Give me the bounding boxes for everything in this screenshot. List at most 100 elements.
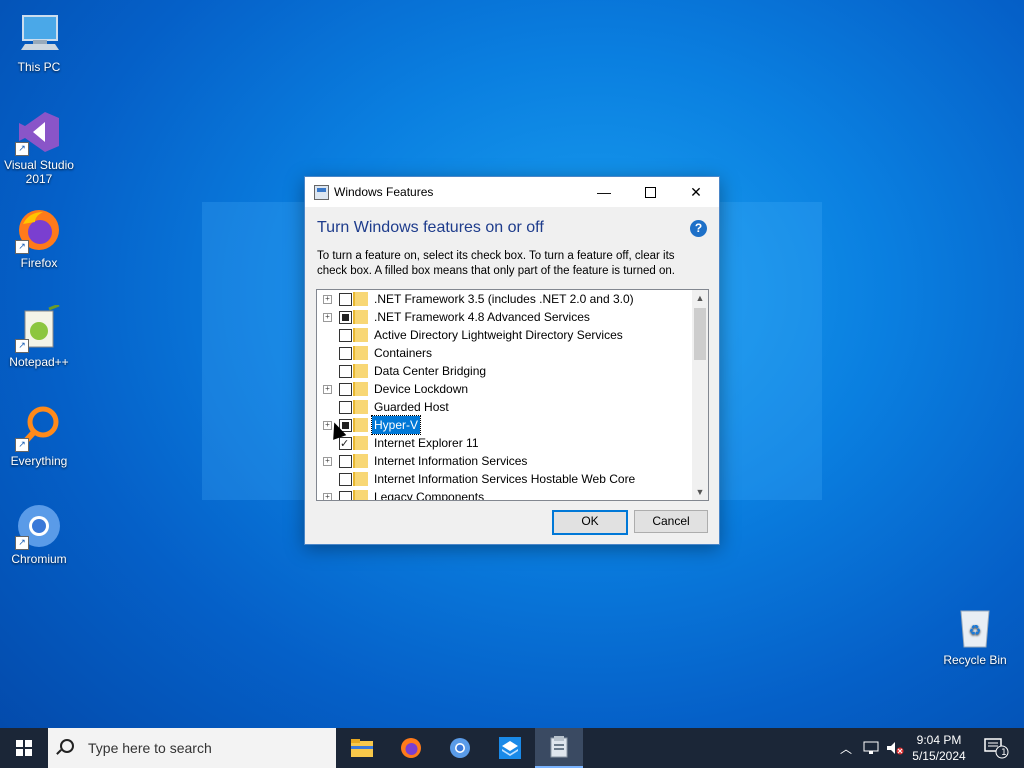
- vertical-scrollbar[interactable]: ▲ ▼: [692, 290, 708, 500]
- expand-icon[interactable]: +: [323, 493, 332, 500]
- taskbar-windows-features[interactable]: [535, 728, 583, 768]
- feature-checkbox[interactable]: [339, 473, 352, 486]
- desktop-icon-chromium[interactable]: ↗ Chromium: [0, 502, 78, 566]
- feature-label: .NET Framework 4.8 Advanced Services: [374, 310, 590, 324]
- scrollbar-thumb[interactable]: [694, 308, 706, 360]
- folder-icon: [353, 490, 368, 500]
- show-hidden-icons-button[interactable]: ︿: [836, 728, 856, 768]
- feature-checkbox[interactable]: [339, 311, 352, 324]
- expand-icon[interactable]: +: [323, 295, 332, 304]
- this-pc-icon: [15, 10, 63, 58]
- cancel-button[interactable]: Cancel: [634, 510, 708, 533]
- shortcut-arrow-icon: ↗: [15, 536, 29, 550]
- feature-row[interactable]: + .NET Framework 3.5 (includes .NET 2.0 a…: [317, 290, 692, 308]
- taskbar-file-explorer[interactable]: [338, 728, 386, 768]
- close-button[interactable]: ✕: [673, 177, 719, 207]
- features-tree[interactable]: + .NET Framework 3.5 (includes .NET 2.0 a…: [316, 289, 709, 501]
- feature-checkbox[interactable]: [339, 347, 352, 360]
- volume-tray-button[interactable]: [884, 728, 906, 768]
- network-tray-button[interactable]: [860, 728, 882, 768]
- feature-label: Internet Explorer 11: [374, 436, 479, 450]
- shortcut-arrow-icon: ↗: [15, 339, 29, 353]
- network-icon: [863, 741, 879, 754]
- expand-icon[interactable]: +: [323, 313, 332, 322]
- folder-icon: [353, 328, 368, 342]
- feature-row[interactable]: Internet Explorer 11: [317, 434, 692, 453]
- taskbar: Type here to search ︿ 9:04 PM 5/15/2024 …: [0, 728, 1024, 768]
- scroll-up-icon[interactable]: ▲: [692, 290, 708, 306]
- feature-label: Device Lockdown: [374, 382, 469, 396]
- folder-icon: [351, 739, 373, 757]
- start-button[interactable]: [0, 728, 48, 768]
- desktop-icon-firefox[interactable]: ↗ Firefox: [0, 206, 78, 270]
- ok-button[interactable]: OK: [552, 510, 628, 535]
- windows-features-dialog: Windows Features — ✕ Turn Windows featur…: [304, 176, 720, 545]
- desktop-icon-label: Firefox: [20, 256, 58, 270]
- feature-checkbox[interactable]: [339, 401, 352, 414]
- feature-checkbox[interactable]: [339, 435, 352, 453]
- desktop-icon-label: Notepad++: [9, 355, 69, 369]
- folder-icon: [353, 292, 368, 306]
- dialog-title: Windows Features: [334, 185, 434, 199]
- notification-count: 1: [1001, 748, 1007, 758]
- feature-row[interactable]: Active Directory Lightweight Directory S…: [317, 326, 692, 344]
- desktop-icon-visual-studio[interactable]: ↗ Visual Studio 2017: [0, 108, 78, 186]
- taskbar-clock[interactable]: 9:04 PM 5/15/2024: [904, 732, 974, 764]
- feature-row[interactable]: Internet Information Services Hostable W…: [317, 470, 692, 488]
- feature-row[interactable]: + Hyper-V: [317, 415, 692, 435]
- feature-row[interactable]: + Legacy Components: [317, 488, 692, 501]
- taskbar-firefox[interactable]: [387, 728, 435, 768]
- taskbar-search-box[interactable]: Type here to search: [48, 728, 336, 768]
- desktop-icon-notepad-plus-plus[interactable]: ↗ Notepad++: [0, 303, 78, 369]
- expand-icon[interactable]: +: [323, 457, 332, 466]
- feature-label: Legacy Components: [374, 490, 485, 501]
- folder-icon: [353, 382, 368, 396]
- feature-row[interactable]: Containers: [317, 344, 692, 362]
- clock-date: 5/15/2024: [912, 749, 966, 763]
- folder-icon: [353, 418, 368, 432]
- clock-time: 9:04 PM: [916, 733, 962, 747]
- folder-icon: [353, 346, 368, 360]
- dialog-titlebar[interactable]: Windows Features — ✕: [305, 177, 719, 207]
- folder-icon: [353, 400, 368, 414]
- feature-row[interactable]: + Device Lockdown: [317, 380, 692, 398]
- close-icon: ✕: [690, 183, 702, 200]
- expand-icon[interactable]: +: [323, 385, 332, 394]
- feature-checkbox[interactable]: [339, 455, 352, 468]
- feature-checkbox[interactable]: [339, 329, 352, 342]
- feature-checkbox[interactable]: [339, 365, 352, 378]
- feature-label: .NET Framework 3.5 (includes .NET 2.0 an…: [374, 292, 634, 306]
- feature-label: Containers: [374, 346, 433, 360]
- minimize-button[interactable]: —: [581, 177, 627, 207]
- desktop-icon-everything[interactable]: ↗ Everything: [0, 404, 78, 468]
- chromium-icon: ↗: [15, 502, 63, 550]
- taskbar-app-box[interactable]: [486, 728, 534, 768]
- windows-features-icon: [314, 185, 329, 200]
- everything-search-icon: ↗: [15, 404, 63, 452]
- feature-checkbox[interactable]: [339, 293, 352, 306]
- desktop-icon-this-pc[interactable]: This PC: [0, 10, 78, 74]
- search-icon: [60, 739, 74, 753]
- recycle-bin-icon: ♻: [951, 603, 999, 651]
- feature-label: Hyper-V: [370, 415, 422, 435]
- scroll-down-icon[interactable]: ▼: [692, 484, 708, 500]
- folder-icon: [353, 454, 368, 468]
- notepad-plus-plus-icon: ↗: [15, 303, 63, 353]
- windows-logo-icon: [16, 740, 32, 756]
- feature-row[interactable]: + .NET Framework 4.8 Advanced Services: [317, 308, 692, 326]
- shortcut-arrow-icon: ↗: [15, 438, 29, 452]
- help-icon[interactable]: ?: [690, 220, 707, 237]
- feature-row[interactable]: + Internet Information Services: [317, 452, 692, 470]
- feature-checkbox[interactable]: [339, 491, 352, 500]
- maximize-button[interactable]: [627, 177, 673, 207]
- feature-checkbox[interactable]: [339, 383, 352, 396]
- desktop-icon-label: This PC: [17, 60, 61, 74]
- action-center-button[interactable]: 1: [978, 728, 1014, 768]
- shortcut-arrow-icon: ↗: [15, 240, 29, 254]
- folder-icon: [353, 472, 368, 486]
- feature-label: Data Center Bridging: [374, 364, 487, 378]
- feature-row[interactable]: Guarded Host: [317, 398, 692, 416]
- desktop-icon-recycle-bin[interactable]: ♻ Recycle Bin: [936, 603, 1014, 667]
- taskbar-chromium[interactable]: [436, 728, 484, 768]
- feature-row[interactable]: Data Center Bridging: [317, 362, 692, 380]
